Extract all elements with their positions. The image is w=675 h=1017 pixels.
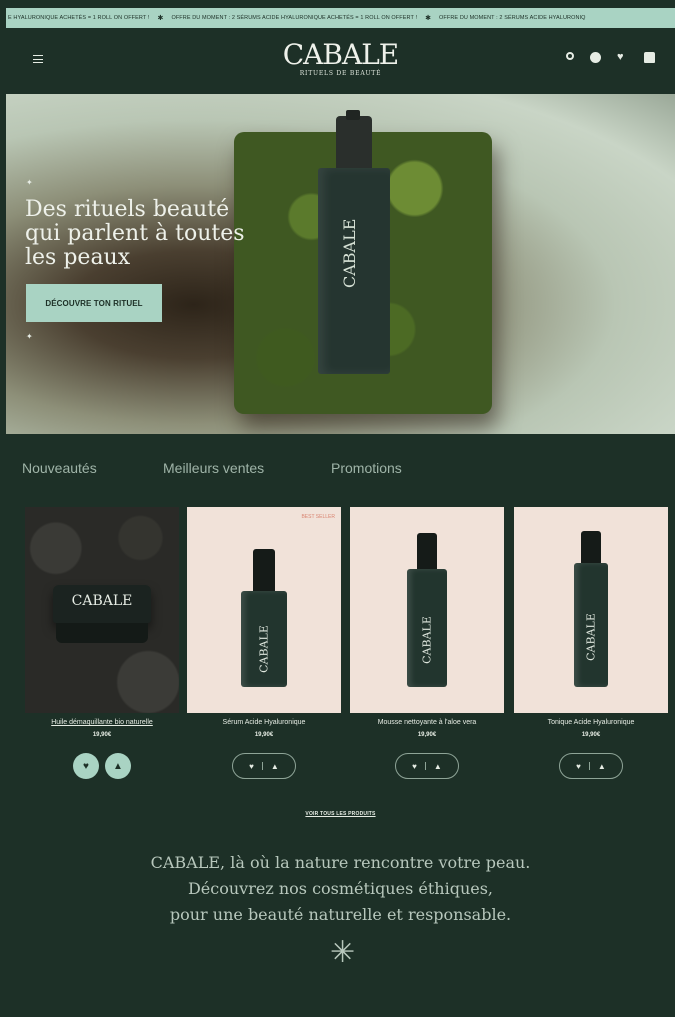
tab-nouveautes[interactable]: Nouveautés: [22, 460, 97, 476]
best-seller-badge: BEST SELLER: [301, 514, 335, 520]
product-price: 19,90€: [581, 732, 601, 738]
product-card[interactable]: CABALE Mousse nettoyante à l'aloe vera 1…: [350, 507, 504, 779]
product-name[interactable]: Tonique Acide Hyaluronique: [514, 719, 668, 726]
bottle-label: CABALE: [257, 624, 271, 673]
bag-icon[interactable]: ▲: [434, 762, 442, 771]
bottle-image: CABALE: [407, 533, 447, 687]
product-image[interactable]: BEST SELLER CABALE: [187, 507, 341, 713]
bottle-image: CABALE: [241, 549, 287, 687]
bag-icon[interactable]: ▲: [271, 762, 279, 771]
heart-icon[interactable]: ♥: [576, 762, 581, 771]
heart-icon[interactable]: ♥: [249, 762, 254, 771]
tab-promotions[interactable]: Promotions: [331, 460, 402, 476]
hero-title: Des rituels beauté qui parlent à toutes …: [25, 197, 245, 270]
product-name[interactable]: Huile démaquillante bio naturelle: [25, 719, 179, 726]
product-actions: ♥ ▲: [395, 753, 459, 779]
account-icon[interactable]: [590, 52, 601, 63]
product-name[interactable]: Sérum Acide Hyaluronique: [187, 719, 341, 726]
heart-icon[interactable]: ♥: [412, 762, 417, 771]
promo-text: OFFRE DU MOMENT : 2 SÉRUMS ACIDE HYALURO…: [171, 15, 418, 21]
promo-text: OFFRE DU MOMENT : 2 SÉRUMS ACIDE HYALURO…: [439, 15, 586, 21]
bottle-label: CABALE: [340, 218, 359, 288]
statement-line: Découvrez nos cosmétiques éthiques,: [187, 879, 494, 898]
product-card[interactable]: BEST SELLER CABALE Sérum Acide Hyaluroni…: [187, 507, 341, 779]
product-price: 19,90€: [92, 732, 112, 738]
asterisk-icon: ✱: [157, 15, 164, 22]
bag-icon[interactable]: ▲: [598, 762, 606, 771]
tab-meilleures-ventes[interactable]: Meilleurs ventes: [163, 460, 264, 476]
asterisk-icon: ✱: [425, 15, 432, 22]
statement-line: CABALE, là où la nature rencontre votre …: [150, 853, 531, 872]
bottle-label: CABALE: [584, 613, 598, 662]
wishlist-button[interactable]: ♥: [73, 753, 99, 779]
product-name[interactable]: Mousse nettoyante à l'aloe vera: [350, 719, 504, 726]
product-actions: ♥ ▲: [232, 753, 296, 779]
promo-banner: E HYALURONIQUE ACHETÉS = 1 ROLL ON OFFER…: [6, 8, 675, 28]
add-to-cart-button[interactable]: ▲: [105, 753, 131, 779]
product-price: 19,90€: [417, 732, 437, 738]
product-image[interactable]: CABALE: [25, 507, 179, 713]
jar-image: CABALE: [53, 585, 151, 645]
product-image[interactable]: CABALE: [350, 507, 504, 713]
product-image[interactable]: CABALE: [514, 507, 668, 713]
statement-line: pour une beauté naturelle et responsable…: [169, 905, 512, 924]
site-header: CABALE RITUELS DE BEAUTÉ ♥: [6, 28, 675, 94]
bag-icon[interactable]: [644, 52, 655, 63]
bottle-image: CABALE: [574, 531, 608, 687]
hero-banner: CABALE ✦ Des rituels beauté qui parlent …: [6, 94, 675, 434]
heart-icon[interactable]: ♥: [617, 52, 628, 63]
search-icon[interactable]: [566, 52, 574, 60]
bottle-label: CABALE: [420, 615, 434, 664]
brand-statement: CABALE, là où la nature rencontre votre …: [6, 850, 675, 928]
hero-bottle-image: CABALE: [318, 110, 390, 374]
bag-icon: ▲: [113, 760, 123, 772]
see-all-products-link[interactable]: VOIR TOUS LES PRODUITS: [6, 811, 675, 817]
discover-ritual-button[interactable]: DÉCOUVRE TON RITUEL: [26, 284, 162, 322]
product-tabs: Nouveautés Meilleurs ventes Promotions: [6, 460, 675, 482]
jar-label: CABALE: [71, 593, 133, 609]
sparkle-icon: ✦: [26, 178, 33, 187]
sparkle-icon: ✦: [26, 332, 33, 341]
brand-tagline: RITUELS DE BEAUTÉ: [299, 70, 382, 77]
heart-icon: ♥: [83, 760, 89, 772]
product-card[interactable]: CABALE Huile démaquillante bio naturelle…: [25, 507, 179, 779]
product-price: 19,90€: [254, 732, 274, 738]
promo-text: E HYALURONIQUE ACHETÉS = 1 ROLL ON OFFER…: [8, 15, 150, 21]
asterisk-icon: ✳: [330, 936, 356, 969]
product-actions: ♥ ▲: [559, 753, 623, 779]
product-card[interactable]: CABALE Tonique Acide Hyaluronique 19,90€…: [514, 507, 668, 779]
